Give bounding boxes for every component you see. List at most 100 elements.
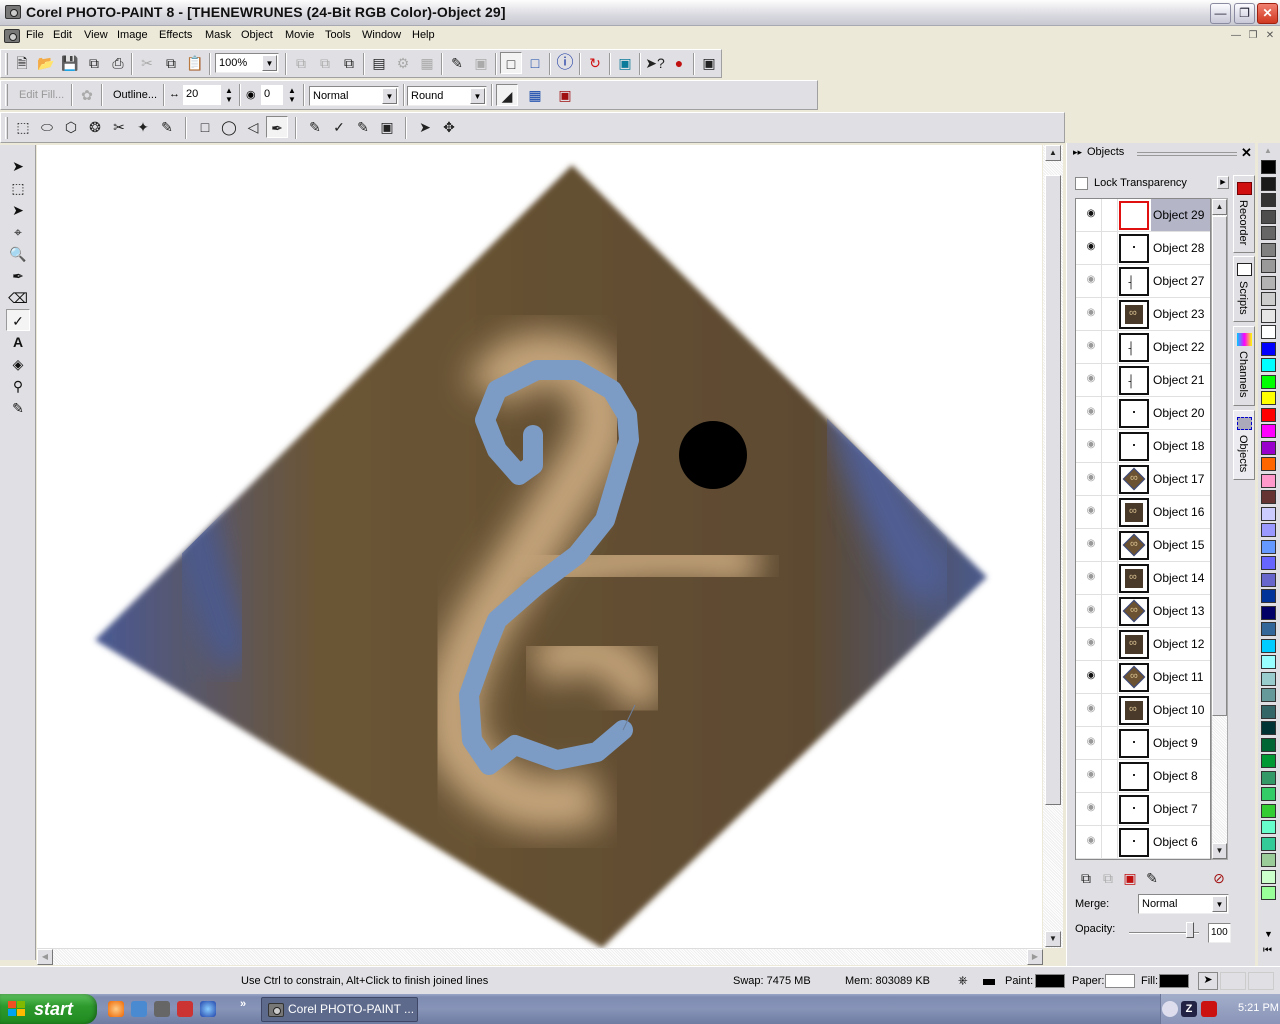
invert-icon[interactable]: ▣ [470,52,492,74]
visibility-eye-icon[interactable]: ◉ [1084,704,1098,714]
collapse-icon[interactable]: ▸▸ [1073,147,1082,158]
palette-swatch[interactable] [1261,374,1276,389]
toolbar-grip[interactable] [5,53,8,75]
close-button[interactable]: ✕ [1257,3,1278,24]
apple-icon[interactable]: ● [668,52,690,74]
more-icon[interactable]: » [240,998,246,1010]
scroll-down-button[interactable]: ▼ [1212,843,1227,859]
visibility-eye-icon[interactable]: ◉ [1084,275,1098,285]
new-icon[interactable]: 🗎 [11,52,33,74]
taskbar-item-photo-paint[interactable]: Corel PHOTO-PAINT ... [261,997,418,1022]
rectangle-tool-icon[interactable]: □ [194,116,216,138]
menu-object[interactable]: Object [241,29,273,41]
palette-swatch[interactable] [1261,473,1276,488]
paint-brush-icon[interactable]: ✎ [304,116,326,138]
minimize-button[interactable]: — [1210,3,1231,24]
palette-swatch[interactable] [1261,176,1276,191]
chevron-down-icon[interactable]: ▼ [382,88,397,104]
palette-swatch[interactable] [1261,358,1276,372]
visibility-eye-icon[interactable]: ◉ [1084,671,1098,681]
visibility-eye-icon[interactable]: ◉ [1084,242,1098,252]
rectangle-mask-icon[interactable]: ⬚ [12,116,34,138]
palette-swatch[interactable] [1261,853,1276,867]
palette-swatch[interactable] [1261,391,1276,405]
palette-swatch[interactable] [1261,704,1276,719]
width-input[interactable]: 20 [183,85,221,105]
paper-color-swatch[interactable] [1105,974,1135,988]
network-icon[interactable] [200,1001,216,1017]
scroll-up-button[interactable]: ▲ [1212,199,1227,215]
object-row[interactable]: ◉ ∞ Object 14 [1076,562,1210,595]
palette-swatch[interactable] [1261,539,1276,554]
pointer-icon[interactable]: ➤ [414,116,436,138]
eraser-tool-icon[interactable]: ⌫ [6,287,30,309]
image-sprayer-icon[interactable]: ▣ [376,116,398,138]
palette-swatch[interactable] [1261,638,1276,653]
palette-swatch[interactable] [1261,490,1276,504]
palette-swatch[interactable] [1261,622,1276,636]
fill-color-swatch[interactable] [1159,974,1189,988]
print-icon[interactable]: ⎙ [107,52,129,74]
paste-icon[interactable]: 📋 [184,52,206,74]
copy-icon[interactable]: ⧉ [160,52,182,74]
vertical-scrollbar[interactable]: ▲ ▼ [1043,145,1063,948]
palette-swatch[interactable] [1261,242,1276,257]
outline-button[interactable]: Outline... [113,89,157,101]
save-icon[interactable]: 💾 [59,52,81,74]
palette-swatch[interactable] [1261,259,1276,273]
scroll-thumb[interactable] [1212,216,1227,716]
clear-icon[interactable]: ⊘ [1208,867,1230,889]
palette-first-icon[interactable]: ⏮ [1263,945,1272,956]
marquee-icon[interactable]: ▤ [368,52,390,74]
antialias-icon[interactable]: ◢ [496,84,518,106]
palette-swatch[interactable] [1261,292,1276,306]
fullscreen-icon[interactable]: ▣ [698,52,720,74]
start-button[interactable]: start [0,994,97,1024]
opacity-input[interactable]: 100 [1208,923,1231,943]
palette-swatch[interactable] [1261,209,1276,224]
properties-icon[interactable]: ▣ [614,52,636,74]
menu-window[interactable]: Window [362,29,401,41]
eyedropper-tool-icon[interactable]: ✒ [6,265,30,287]
object-marquee-icon[interactable]: □ [500,52,522,74]
palette-swatch[interactable] [1261,325,1276,339]
docker-grip[interactable] [1137,152,1237,156]
palette-swatch[interactable] [1261,869,1276,884]
palette-swatch[interactable] [1261,424,1276,438]
object-row[interactable]: ◉ Object 28 [1076,232,1210,265]
menu-image[interactable]: Image [117,29,148,41]
tab-scripts[interactable]: Scripts [1233,256,1255,322]
palette-swatch[interactable] [1261,226,1276,240]
visibility-eye-icon[interactable]: ◉ [1084,473,1098,483]
palette-swatch[interactable] [1261,457,1276,471]
visibility-eye-icon[interactable]: ◉ [1084,770,1098,780]
palette-swatch[interactable] [1261,589,1276,603]
move-icon[interactable]: ✥ [438,116,460,138]
pick-tool-icon[interactable]: ➤ [6,155,30,177]
firefox-icon[interactable] [108,1001,124,1017]
object-row[interactable]: ◉ Object 7 [1076,793,1210,826]
docker-menu-button[interactable]: ▶ [1217,176,1229,189]
tab-objects[interactable]: Objects [1233,410,1255,480]
chevron-down-icon[interactable]: ▼ [1212,896,1227,912]
visibility-eye-icon[interactable]: ◉ [1084,803,1098,813]
zoom-combo[interactable]: 100% ▼ [215,53,279,73]
object-row[interactable]: ◉ ∞ Object 12 [1076,628,1210,661]
palette-swatch[interactable] [1261,655,1276,669]
opacity-slider-handle[interactable] [1186,922,1194,938]
mask-icon[interactable]: ✎ [446,52,468,74]
freehand-mask-icon[interactable]: ⬡ [60,116,82,138]
visibility-eye-icon[interactable]: ◉ [1084,506,1098,516]
palette-swatch[interactable] [1261,820,1276,834]
object-row[interactable]: ◉ Object 8 [1076,760,1210,793]
horizontal-scrollbar[interactable]: ◀ ▶ [37,948,1043,965]
menu-movie[interactable]: Movie [285,29,314,41]
object-row[interactable]: ◉ ∞ Object 11 [1076,661,1210,694]
line-tool-icon[interactable]: ✒ [266,116,288,138]
lasso-mask-icon[interactable]: ❂ [84,116,106,138]
effect-brush-icon[interactable]: ✓ [328,116,350,138]
new-object-icon[interactable]: ⧉ [1075,867,1097,889]
doc-minimize-button[interactable]: — [1228,29,1244,43]
menu-tools[interactable]: Tools [325,29,351,41]
help-pointer-icon[interactable]: ➤? [644,52,666,74]
